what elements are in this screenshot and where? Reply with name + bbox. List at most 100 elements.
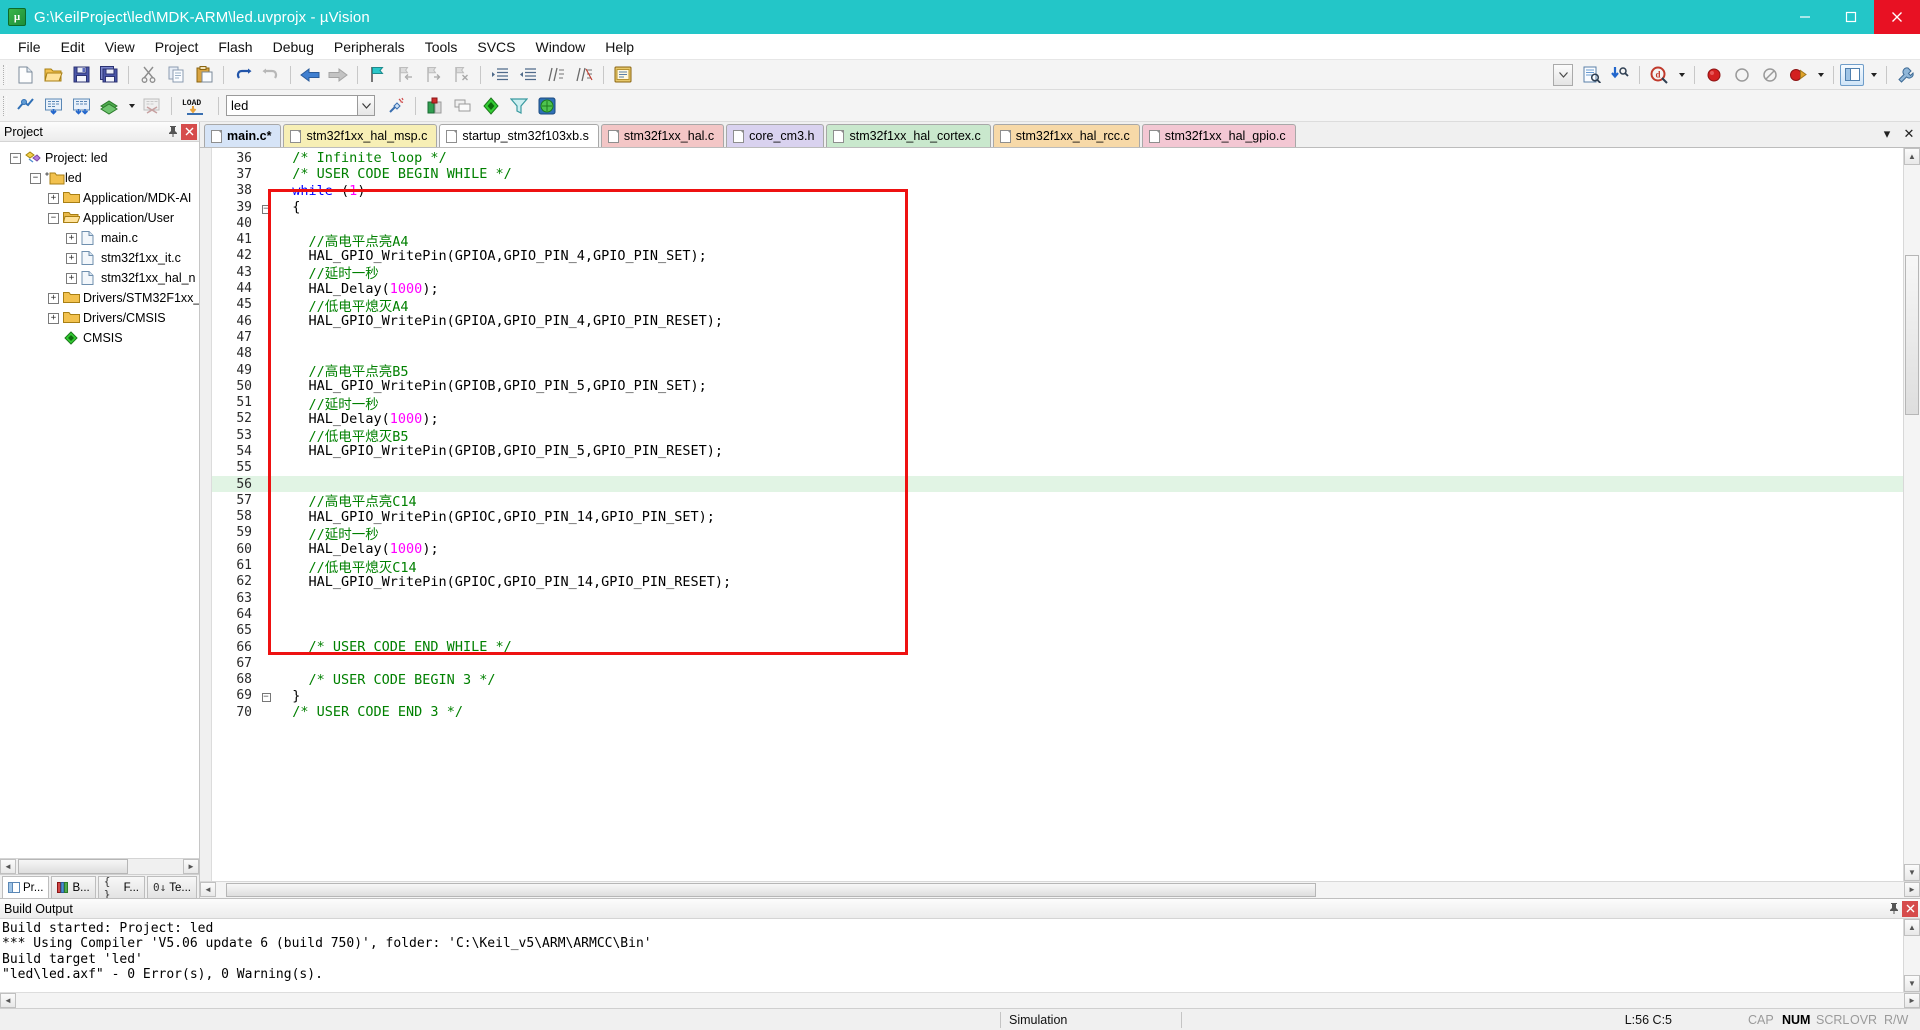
code-line[interactable]: 50 HAL_GPIO_WritePin(GPIOB,GPIO_PIN_5,GP… [212,378,1903,394]
pin-icon[interactable] [1886,901,1902,917]
tree-node-file-stm32f1xx-it-c[interactable]: + stm32f1xx_it.c [0,248,199,268]
code-line[interactable]: 66 /* USER CODE END WHILE */ [212,639,1903,655]
menu-window[interactable]: Window [526,37,596,57]
minimize-button[interactable] [1782,0,1828,34]
code-line[interactable]: 54 HAL_GPIO_WritePin(GPIOB,GPIO_PIN_5,GP… [212,443,1903,459]
breakpoint-dropdown-icon[interactable] [1813,63,1827,87]
new-file-icon[interactable] [12,63,38,87]
scroll-track[interactable] [1904,936,1920,975]
tree-node-project[interactable]: − Project: led [0,148,199,168]
download-icon[interactable]: LOAD [178,94,212,118]
editor-tab-hal-c[interactable]: stm32f1xx_hal.c [600,124,725,147]
redo-icon[interactable] [258,63,284,87]
code-vertical-scrollbar[interactable]: ▲ ▼ [1903,148,1920,881]
debug-start-icon[interactable]: d [1646,63,1672,87]
code-line[interactable]: 44 HAL_Delay(1000); [212,280,1903,297]
code-line[interactable]: 40 [212,215,1903,231]
target-select-value[interactable]: led [226,95,358,116]
find-in-files-icon[interactable] [1579,63,1605,87]
menu-peripherals[interactable]: Peripherals [324,37,415,57]
editor-tab-startup[interactable]: startup_stm32f103xb.s [439,124,599,147]
code-line[interactable]: 45 //低电平熄灭A4 [212,297,1903,315]
undo-icon[interactable] [230,63,256,87]
build-horizontal-scrollbar[interactable]: ◄ ► [0,992,1920,1008]
breakpoint-kill-all-icon[interactable] [1785,63,1811,87]
window-layout-icon[interactable] [1840,63,1864,86]
code-line[interactable]: 61 //低电平熄灭C14 [212,557,1903,576]
editor-tab-hal-gpio[interactable]: stm32f1xx_hal_gpio.c [1141,124,1296,147]
breakpoint-disable-icon[interactable] [1729,63,1755,87]
scroll-track[interactable] [216,882,1904,898]
build-vertical-scrollbar[interactable]: ▲ ▼ [1903,919,1920,992]
scroll-track[interactable] [16,859,183,874]
filter-icon[interactable] [506,94,532,118]
tree-node-group-drivers-stm32f1xx[interactable]: + Drivers/STM32F1xx_ [0,288,199,308]
batch-build-icon[interactable] [96,94,122,118]
manage-project-items-icon[interactable] [450,94,476,118]
close-button[interactable] [1874,0,1920,34]
code-line[interactable]: 42 HAL_GPIO_WritePin(GPIOA,GPIO_PIN_4,GP… [212,248,1903,264]
fold-collapse-icon[interactable]: − [258,689,274,703]
scroll-track[interactable] [1904,165,1920,864]
uncomment-icon[interactable] [571,63,597,87]
menu-flash[interactable]: Flash [208,37,262,57]
scroll-down-icon[interactable]: ▼ [1904,975,1920,992]
scroll-right-icon[interactable]: ► [1904,993,1920,1008]
rebuild-icon[interactable] [68,94,94,118]
scroll-thumb[interactable] [226,883,1316,897]
project-horizontal-scrollbar[interactable]: ◄ ► [0,858,199,874]
code-line[interactable]: 70 /* USER CODE END 3 */ [212,704,1903,720]
code-line[interactable]: 64 [212,606,1903,622]
navigate-forward-icon[interactable] [325,63,351,87]
scroll-down-icon[interactable]: ▼ [1904,864,1920,881]
configure-target-icon[interactable] [1893,63,1919,87]
pin-icon[interactable] [165,124,181,140]
tree-node-cmsis[interactable]: CMSIS [0,328,199,348]
batch-build-dropdown-icon[interactable] [124,94,137,118]
close-icon[interactable]: ✕ [1902,126,1916,142]
editor-tab-hal-rcc[interactable]: stm32f1xx_hal_rcc.c [992,124,1140,147]
scroll-thumb[interactable] [18,859,128,874]
code-horizontal-scrollbar[interactable]: ◄ ► [200,881,1920,898]
toolbar-grip[interactable] [3,64,7,85]
maximize-button[interactable] [1828,0,1874,34]
code-line[interactable]: 60 HAL_Delay(1000); [212,541,1903,557]
comment-icon[interactable] [543,63,569,87]
expander-collapse-icon[interactable]: − [48,212,59,224]
code-line[interactable]: 55 [212,460,1903,476]
code-line[interactable]: 47 [212,329,1903,345]
code-line[interactable]: 51 //延时一秒 [212,394,1903,413]
code-line[interactable]: 46 HAL_GPIO_WritePin(GPIOA,GPIO_PIN_4,GP… [212,313,1903,329]
code-line[interactable]: 39− { [212,199,1903,215]
code-line[interactable]: 58 HAL_GPIO_WritePin(GPIOC,GPIO_PIN_14,G… [212,509,1903,525]
chevron-down-icon[interactable]: ▾ [1880,126,1894,142]
manage-runtime-icon[interactable] [422,94,448,118]
editor-tab-hal-cortex[interactable]: stm32f1xx_hal_cortex.c [826,124,991,147]
menu-tools[interactable]: Tools [415,37,468,57]
toolbar-grip[interactable] [3,95,7,116]
code-line[interactable]: 38 while (1) [212,183,1903,199]
code-line[interactable]: 43 //延时一秒 [212,264,1903,283]
editor-tab-main-c[interactable]: main.c* [204,124,282,147]
expander-expand-icon[interactable]: + [48,192,59,204]
expander-collapse-icon[interactable]: − [30,172,41,184]
scroll-right-icon[interactable]: ► [183,859,199,874]
close-icon[interactable] [1902,900,1918,917]
scroll-thumb[interactable] [1905,255,1919,415]
stop-build-icon[interactable] [139,94,165,118]
copy-icon[interactable] [163,63,189,87]
save-icon[interactable] [68,63,94,87]
tab-functions[interactable]: { } F... [97,875,146,901]
build-output-text[interactable]: Build started: Project: led *** Using Co… [0,919,1903,992]
code-line[interactable]: 49 //高电平点亮B5 [212,362,1903,381]
scroll-up-icon[interactable]: ▲ [1904,148,1920,165]
menu-edit[interactable]: Edit [51,37,95,57]
code-line[interactable]: 62 HAL_GPIO_WritePin(GPIOC,GPIO_PIN_14,G… [212,574,1903,590]
bookmark-prev-icon[interactable] [392,63,418,87]
tree-node-group-drivers-cmsis[interactable]: + Drivers/CMSIS [0,308,199,328]
window-layout-dropdown-icon[interactable] [1866,63,1880,87]
code-line[interactable]: 59 //延时一秒 [212,525,1903,543]
code-line[interactable]: 69− } [212,688,1903,704]
code-line[interactable]: 53 //低电平熄灭B5 [212,427,1903,446]
tree-node-target-led[interactable]: − led [0,168,199,188]
